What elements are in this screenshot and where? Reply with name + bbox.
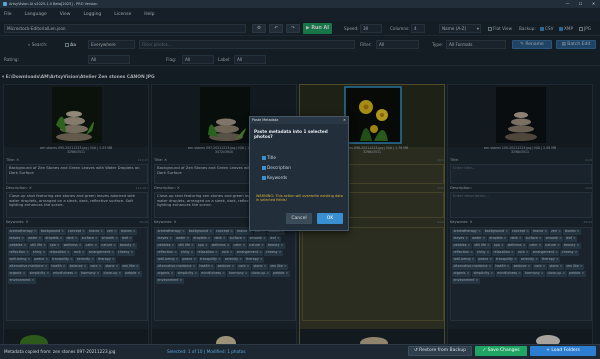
maximize-button[interactable]: ☐ xyxy=(574,0,587,8)
option-title[interactable]: Title xyxy=(262,155,276,160)
status-message: Metadata copied from: zen stones 097-202… xyxy=(4,349,116,354)
option-description[interactable]: Description xyxy=(262,165,291,170)
save-changes-button[interactable]: ✓ Save Changes xyxy=(475,346,527,356)
dialog-title-bar: Paste Metadata ✕ xyxy=(250,117,348,124)
dialog-close-icon[interactable]: ✕ xyxy=(343,117,346,124)
dialog-ok-button[interactable]: OK xyxy=(317,213,343,224)
dialog-title: Paste Metadata xyxy=(252,118,279,122)
title-checkbox[interactable] xyxy=(262,156,266,160)
close-button[interactable]: ✕ xyxy=(587,0,600,8)
description-checkbox[interactable] xyxy=(262,166,266,170)
load-folders-button[interactable]: + Load Folders xyxy=(530,346,596,356)
keywords-checkbox[interactable] xyxy=(262,176,266,180)
title-bar: ArtsyVision AI v2025.1.0 Beta[2025] - PR… xyxy=(0,0,600,8)
restore-backup-button[interactable]: ↺ Restore from Backup xyxy=(408,346,472,356)
option-keywords[interactable]: Keywords xyxy=(262,175,287,180)
dialog-question: Paste metadata into 1 selected photos? xyxy=(254,129,328,139)
paste-metadata-dialog: Paste Metadata ✕ Paste metadata into 1 s… xyxy=(249,116,349,231)
window-title: ArtsyVision AI v2025.1.0 Beta[2025] - PR… xyxy=(9,2,98,6)
minimize-button[interactable]: — xyxy=(561,0,574,8)
app-logo-icon xyxy=(3,2,7,6)
dialog-warning: WARNING: This action will overwrite exis… xyxy=(256,194,343,203)
dialog-cancel-button[interactable]: Cancel xyxy=(286,213,312,224)
window-controls: — ☐ ✕ xyxy=(561,0,600,8)
selection-status: Selected: 1 of 10 | Modified: 1 photos xyxy=(167,349,246,354)
